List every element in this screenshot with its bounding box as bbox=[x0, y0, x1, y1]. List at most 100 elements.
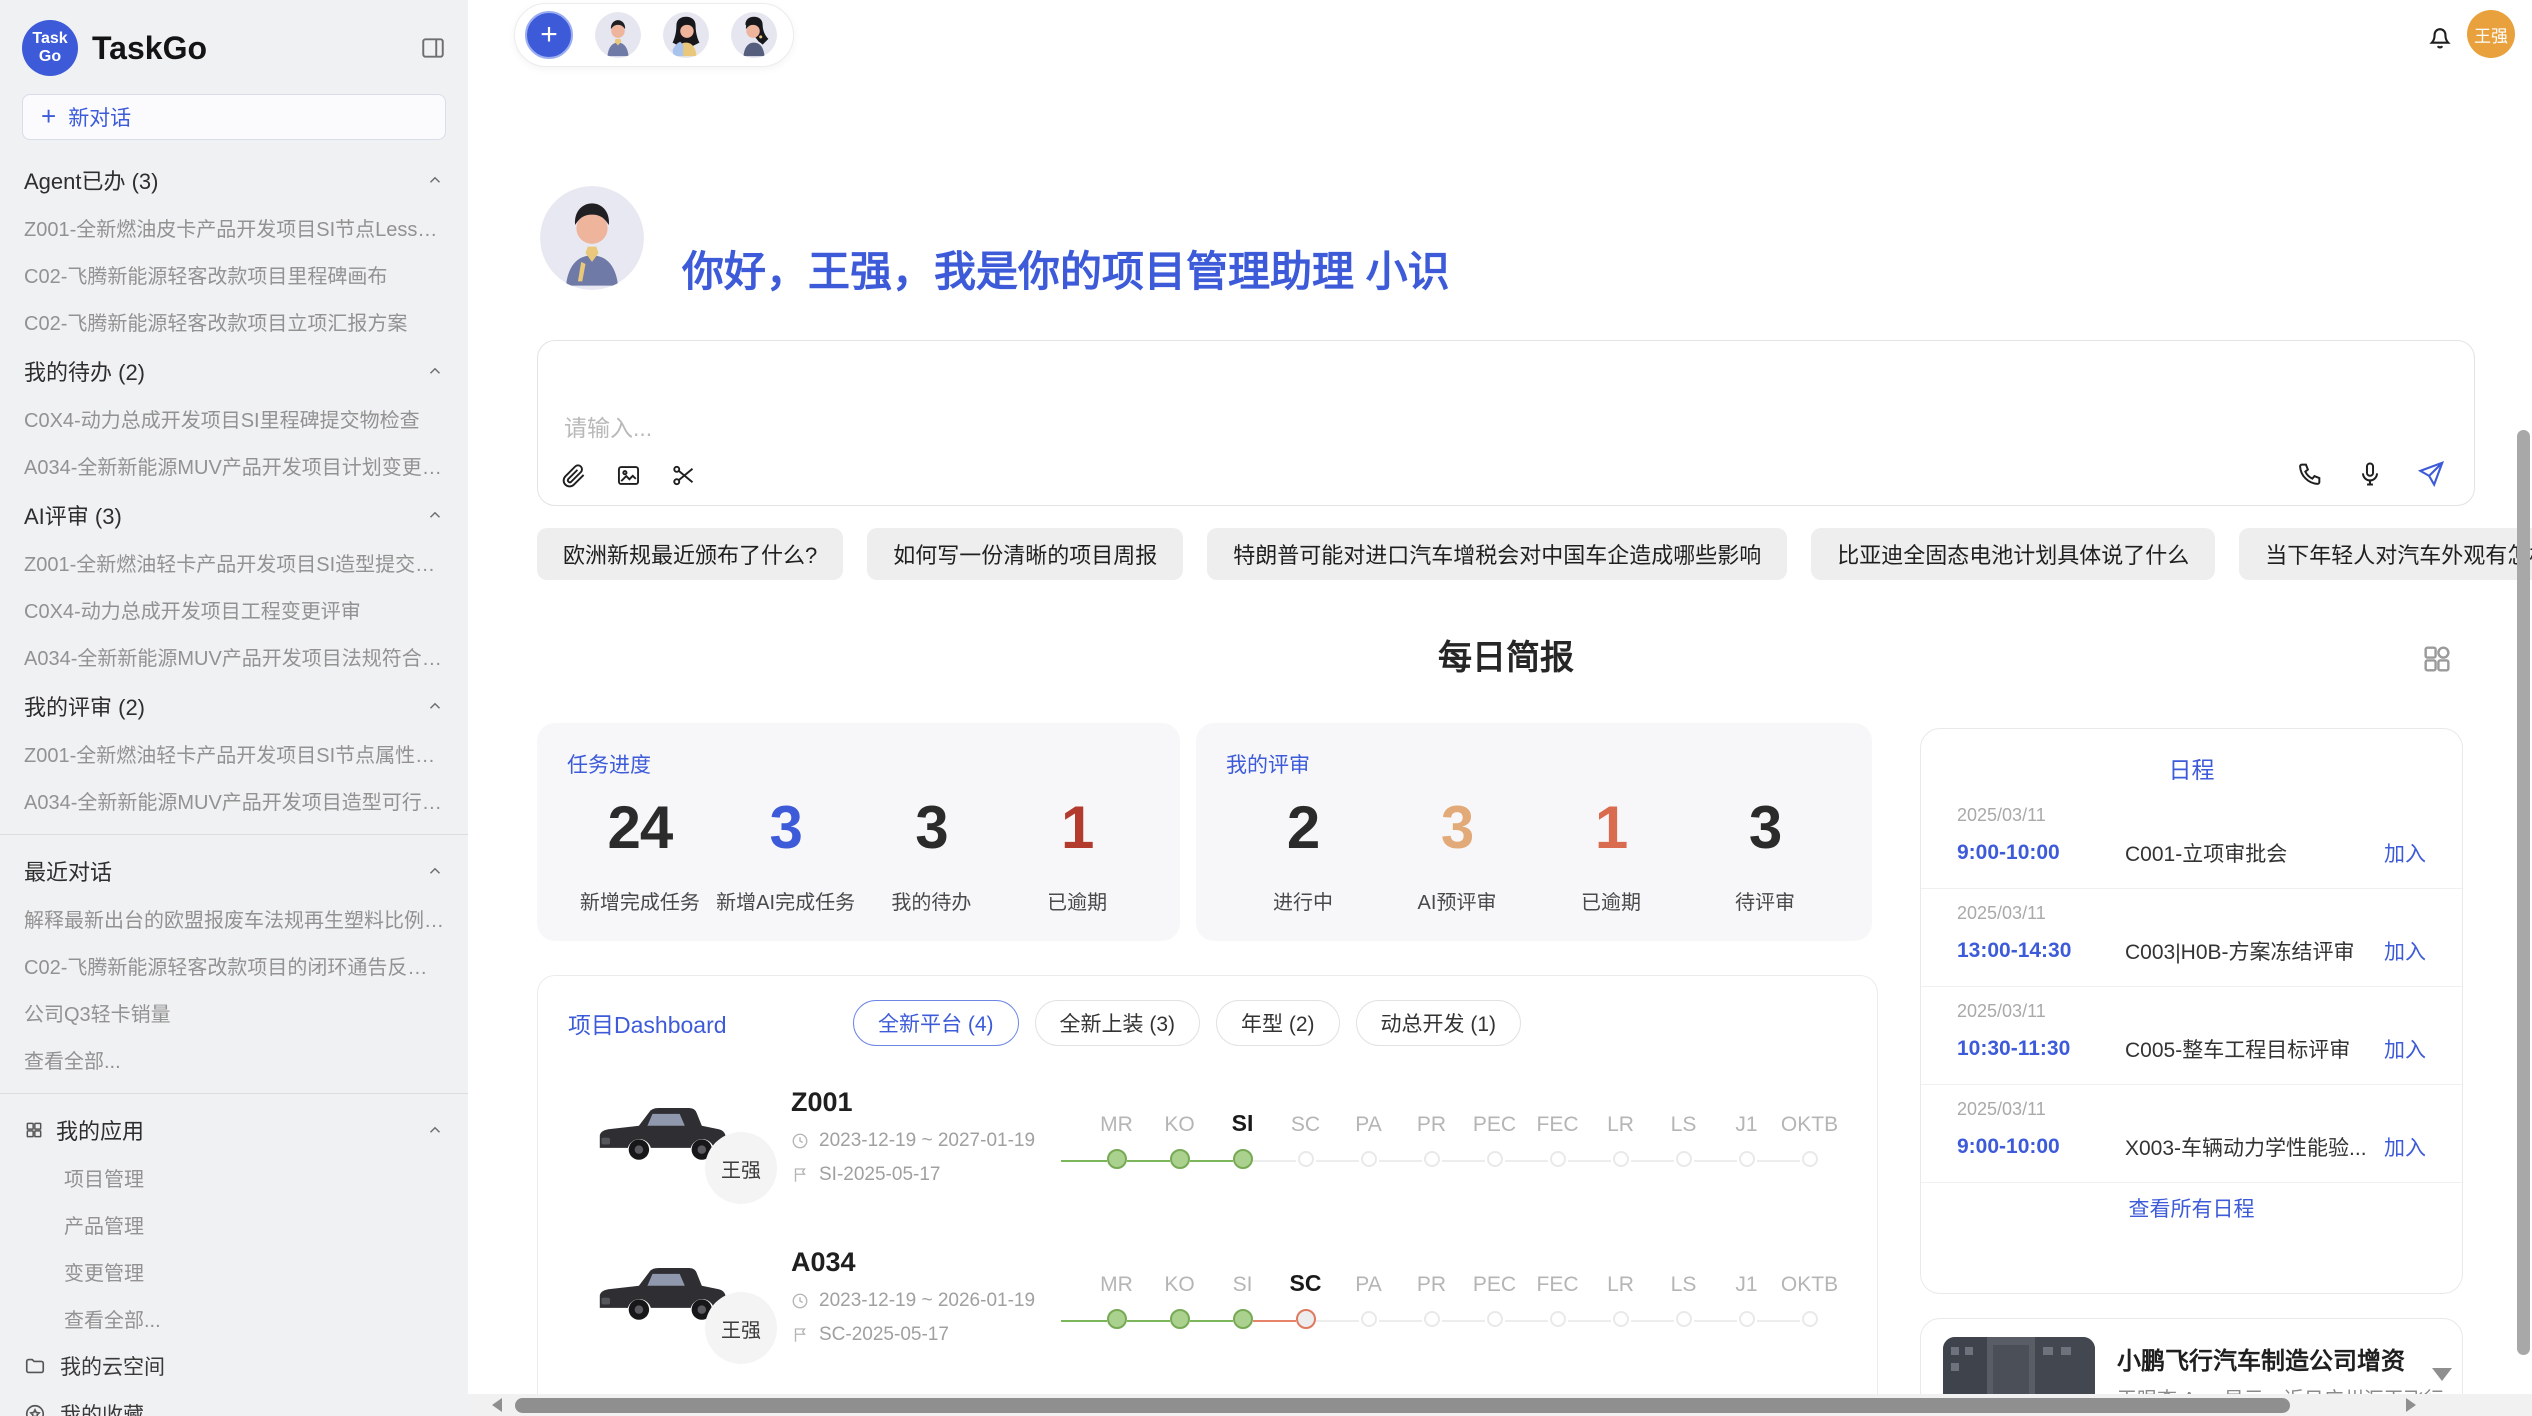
suggestion-chip[interactable]: 欧洲新规最近颁布了什么? bbox=[537, 528, 843, 580]
chevron-up-icon bbox=[426, 171, 444, 189]
folder-icon bbox=[24, 1355, 46, 1377]
sidebar-group-my-review[interactable]: 我的评审 (2) bbox=[0, 680, 468, 730]
milestone-label: PR bbox=[1417, 1103, 1446, 1137]
join-event-link[interactable]: 加入 bbox=[2384, 1034, 2426, 1064]
sidebar-group-agent-done[interactable]: Agent已办 (3) bbox=[0, 154, 468, 204]
stat: 3 我的待办 bbox=[859, 793, 1005, 915]
event-name: C001-立项审批会 bbox=[2125, 838, 2370, 868]
app-item-product-management[interactable]: 产品管理 bbox=[0, 1201, 468, 1248]
sidebar-group-ai-review[interactable]: AI评审 (3) bbox=[0, 489, 468, 539]
milestone-node bbox=[1424, 1151, 1440, 1167]
group-title-label: Agent已办 (3) bbox=[24, 164, 426, 196]
view-all-chats-link[interactable]: 查看全部... bbox=[0, 1036, 468, 1083]
sidebar-group-my-apps[interactable]: 我的应用 bbox=[0, 1104, 468, 1154]
group-title-label: AI评审 (3) bbox=[24, 499, 426, 531]
milestone-connector bbox=[1190, 1160, 1233, 1162]
sidebar-item[interactable]: C02-飞腾新能源轻客改款项目里程碑画布 bbox=[0, 251, 468, 298]
event-time: 13:00-14:30 bbox=[1957, 939, 2125, 963]
scissors-icon[interactable] bbox=[670, 462, 697, 489]
horizontal-scrollbar-track[interactable] bbox=[468, 1394, 2532, 1416]
sidebar-item[interactable]: C0X4-动力总成开发项目工程变更评审 bbox=[0, 586, 468, 633]
notifications-bell-icon[interactable] bbox=[2425, 22, 2455, 52]
app-item-change-management[interactable]: 变更管理 bbox=[0, 1248, 468, 1295]
vertical-scrollbar-thumb[interactable] bbox=[2517, 430, 2530, 1355]
tab-new-platform[interactable]: 全新平台 (4) bbox=[853, 1000, 1019, 1046]
project-row[interactable]: 王强 Z001 2023-12-19 ~ 2027-01-19 SI-2025-… bbox=[538, 1056, 1877, 1216]
suggestion-chip[interactable]: 特朗普可能对进口汽车增税会对中国车企造成哪些影响 bbox=[1207, 528, 1787, 580]
new-chat-label: 新对话 bbox=[68, 102, 131, 132]
flag-icon bbox=[791, 1166, 809, 1184]
project-row[interactable]: 王强 A034 2023-12-19 ~ 2026-01-19 SC-2025-… bbox=[538, 1216, 1877, 1376]
microphone-icon[interactable] bbox=[2356, 460, 2384, 488]
user-avatar[interactable]: 王强 bbox=[2467, 10, 2515, 58]
stat-value: 3 bbox=[713, 793, 859, 862]
card-title: 我的评审 bbox=[1226, 749, 1842, 779]
image-icon[interactable] bbox=[615, 462, 642, 489]
horizontal-scrollbar-thumb[interactable] bbox=[515, 1398, 2290, 1413]
sidebar-item[interactable]: A034-全新新能源MUV产品开发项目法规符合性评审 bbox=[0, 633, 468, 680]
stat-label: 已逾期 bbox=[1004, 886, 1150, 915]
layout-grid-icon[interactable] bbox=[2420, 642, 2454, 676]
scroll-right-arrow[interactable] bbox=[2406, 1398, 2416, 1412]
add-agent-button[interactable]: + bbox=[525, 11, 573, 59]
milestone-track: MR KO SI SC PA PR PEC FEC LR LS J1 OKTB bbox=[1085, 1263, 1841, 1329]
milestone-connector bbox=[1694, 1160, 1737, 1162]
phone-icon[interactable] bbox=[2296, 460, 2324, 488]
project-flag-text: SI-2025-05-17 bbox=[819, 1164, 940, 1186]
chevron-up-icon bbox=[426, 697, 444, 715]
sidebar-item-cloud-space[interactable]: 我的云空间 bbox=[0, 1342, 468, 1390]
tab-model-year[interactable]: 年型 (2) bbox=[1216, 1000, 1340, 1046]
sidebar-group-recent-chats[interactable]: 最近对话 bbox=[0, 845, 468, 895]
sidebar-item[interactable]: Z001-全新燃油皮卡产品开发项目SI节点Lesson Learn报告 bbox=[0, 204, 468, 251]
paperclip-icon[interactable] bbox=[560, 462, 587, 489]
join-event-link[interactable]: 加入 bbox=[2384, 838, 2426, 868]
milestone-node bbox=[1296, 1309, 1316, 1329]
sidebar-item[interactable]: C0X4-动力总成开发项目SI里程碑提交物检查 bbox=[0, 395, 468, 442]
schedule-event: 2025/03/11 9:00-10:00 C001-立项审批会 加入 bbox=[1921, 791, 2462, 889]
project-flag-text: SC-2025-05-17 bbox=[819, 1324, 949, 1346]
agent-avatar-3[interactable] bbox=[731, 12, 777, 58]
join-event-link[interactable]: 加入 bbox=[2384, 1132, 2426, 1162]
send-icon[interactable] bbox=[2416, 459, 2446, 489]
stat-value: 1 bbox=[1004, 793, 1150, 862]
milestone-connector bbox=[1442, 1160, 1485, 1162]
milestone-label: J1 bbox=[1735, 1103, 1757, 1137]
view-all-apps-link[interactable]: 查看全部... bbox=[0, 1295, 468, 1342]
logo-text-top: Task bbox=[32, 30, 67, 48]
suggestion-chip[interactable]: 当下年轻人对汽车外观有怎样的喜好趋势 bbox=[2239, 528, 2532, 580]
sidebar-item[interactable]: A034-全新新能源MUV产品开发项目造型可行性评审 bbox=[0, 777, 468, 824]
join-event-link[interactable]: 加入 bbox=[2384, 936, 2426, 966]
group-title-label: 最近对话 bbox=[24, 855, 426, 887]
sidebar-item[interactable]: Z001-全新燃油轻卡产品开发项目SI节点属性5D文件评审 bbox=[0, 730, 468, 777]
app-item-project-management[interactable]: 项目管理 bbox=[0, 1154, 468, 1201]
new-chat-button[interactable]: + 新对话 bbox=[22, 94, 446, 140]
milestone-label: OKTB bbox=[1781, 1263, 1838, 1297]
suggestion-chip[interactable]: 比亚迪全固态电池计划具体说了什么 bbox=[1811, 528, 2215, 580]
collapse-sidebar-icon[interactable] bbox=[420, 35, 446, 61]
milestone-node bbox=[1361, 1151, 1377, 1167]
sidebar-group-my-todo[interactable]: 我的待办 (2) bbox=[0, 345, 468, 395]
milestone-connector bbox=[1253, 1320, 1296, 1322]
view-all-schedule-link[interactable]: 查看所有日程 bbox=[1921, 1183, 2462, 1233]
tab-powertrain[interactable]: 动总开发 (1) bbox=[1356, 1000, 1522, 1046]
tab-new-body[interactable]: 全新上装 (3) bbox=[1035, 1000, 1201, 1046]
sidebar-header: Task Go TaskGo bbox=[0, 14, 468, 86]
recent-chat-item[interactable]: 解释最新出台的欧盟报废车法规再生塑料比例被调至15%... bbox=[0, 895, 468, 942]
plus-icon: + bbox=[41, 103, 56, 129]
agent-avatar-1[interactable] bbox=[595, 12, 641, 58]
milestone-node bbox=[1107, 1149, 1127, 1169]
sidebar-item[interactable]: C02-飞腾新能源轻客改款项目立项汇报方案 bbox=[0, 298, 468, 345]
milestone-connector bbox=[1190, 1320, 1233, 1322]
project-info: Z001 2023-12-19 ~ 2027-01-19 SI-2025-05-… bbox=[791, 1087, 1079, 1186]
recent-chat-item[interactable]: 公司Q3轻卡销量 bbox=[0, 989, 468, 1036]
milestone-connector bbox=[1379, 1320, 1422, 1322]
sidebar-item-favorites[interactable]: 我的收藏 bbox=[0, 1390, 468, 1416]
chat-input-box[interactable]: 请输入... bbox=[537, 340, 2475, 506]
scroll-left-arrow[interactable] bbox=[492, 1398, 502, 1412]
suggestion-chip[interactable]: 如何写一份清晰的项目周报 bbox=[867, 528, 1183, 580]
scroll-down-arrow[interactable] bbox=[2432, 1368, 2452, 1381]
sidebar-item[interactable]: Z001-全新燃油轻卡产品开发项目SI造型提交物评审 bbox=[0, 539, 468, 586]
agent-avatar-2[interactable] bbox=[663, 12, 709, 58]
recent-chat-item[interactable]: C02-飞腾新能源轻客改款项目的闭环通告反馈情况 bbox=[0, 942, 468, 989]
sidebar-item[interactable]: A034-全新新能源MUV产品开发项目计划变更表编写 bbox=[0, 442, 468, 489]
